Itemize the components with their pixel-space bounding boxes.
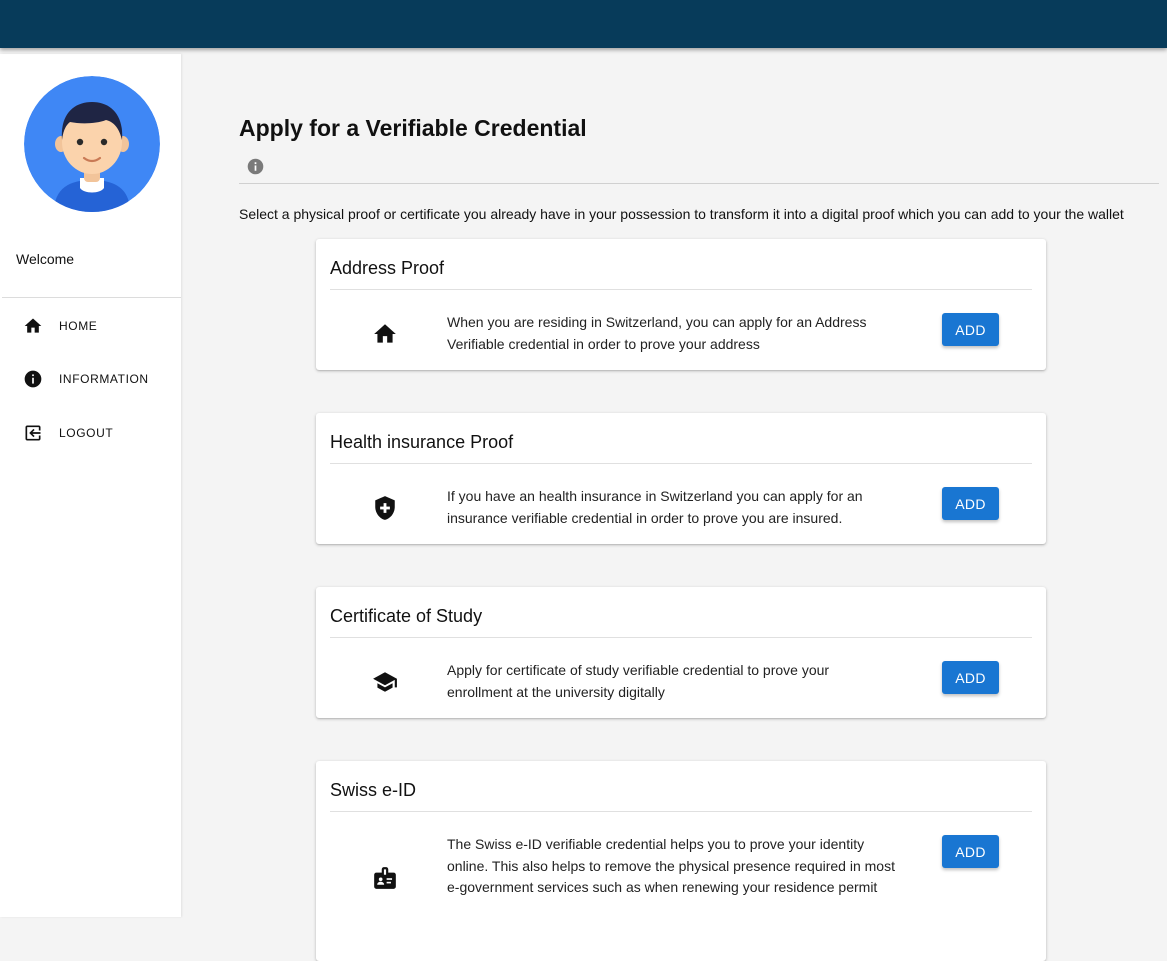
nav-label-home: HOME: [59, 319, 98, 333]
nav-label-information: INFORMATION: [59, 372, 149, 386]
home-icon: [374, 324, 396, 343]
intro-text: Select a physical proof or certificate y…: [239, 206, 1124, 222]
add-address-proof-button[interactable]: ADD: [942, 313, 999, 346]
home-icon: [24, 318, 42, 333]
card-title: Swiss e-ID: [330, 780, 417, 800]
add-health-insurance-button[interactable]: ADD: [942, 487, 999, 520]
info-icon[interactable]: [247, 158, 264, 175]
title-divider: [239, 183, 1159, 184]
card-title: Address Proof: [330, 258, 445, 278]
credential-card-health-insurance: Health insurance Proof If you have an he…: [316, 413, 1046, 544]
nav-item-home[interactable]: HOME: [0, 306, 181, 346]
card-divider: [330, 463, 1032, 464]
nav-item-information[interactable]: INFORMATION: [0, 359, 181, 399]
welcome-text: Welcome: [16, 251, 75, 267]
card-description: The Swiss e-ID verifiable credential hel…: [447, 836, 895, 895]
card-divider: [330, 637, 1032, 638]
card-title: Certificate of Study: [330, 606, 483, 626]
main-content: Apply for a Verifiable Credential Select…: [181, 48, 1167, 961]
add-certificate-of-study-button[interactable]: ADD: [942, 661, 999, 694]
credential-card-certificate-of-study: Certificate of Study Apply for certifica…: [316, 587, 1046, 718]
sidebar-divider: [2, 297, 181, 298]
card-description: If you have an health insurance in Switz…: [447, 488, 863, 526]
page-title: Apply for a Verifiable Credential: [239, 115, 587, 141]
id-badge-icon: [374, 867, 396, 889]
health-shield-icon: [375, 496, 395, 520]
info-icon: [24, 370, 42, 388]
add-swiss-eid-button[interactable]: ADD: [942, 835, 999, 868]
credential-card-address: Address Proof When you are residing in S…: [316, 239, 1046, 370]
card-description: When you are residing in Switzerland, yo…: [447, 314, 867, 352]
graduation-cap-icon: [373, 672, 397, 692]
user-avatar: [24, 76, 160, 212]
card-divider: [330, 289, 1032, 290]
nav-label-logout: LOGOUT: [59, 426, 114, 440]
card-description: Apply for certificate of study verifiabl…: [447, 662, 830, 700]
credential-card-swiss-eid: Swiss e-ID The Swiss e-ID verifiable cre…: [316, 761, 1046, 961]
top-app-bar: [0, 0, 1167, 48]
sidebar: Welcome HOME INFORMATION LOGOUT: [0, 54, 181, 917]
logout-icon: [25, 425, 41, 441]
card-divider: [330, 811, 1032, 812]
nav-item-logout[interactable]: LOGOUT: [0, 413, 181, 453]
card-title: Health insurance Proof: [330, 432, 514, 452]
